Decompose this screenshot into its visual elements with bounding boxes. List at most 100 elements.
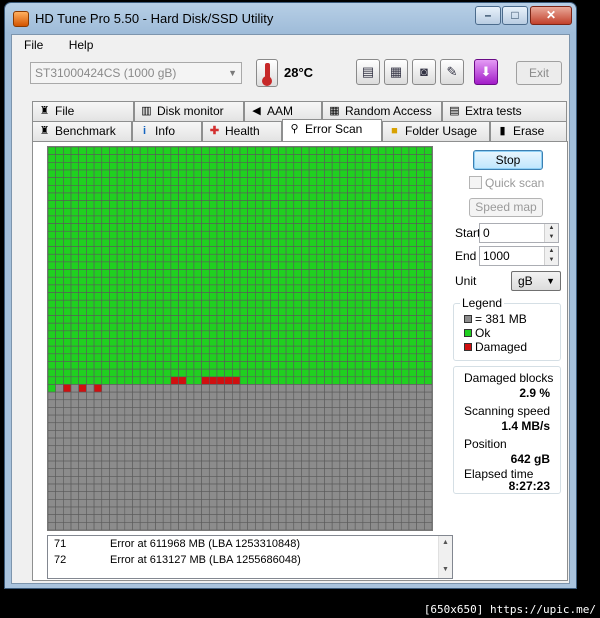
tab-folder-usage[interactable]: ■ Folder Usage	[382, 121, 490, 141]
title-bar[interactable]: HD Tune Pro 5.50 - Hard Disk/SSD Utility…	[5, 3, 576, 33]
ok-block	[48, 307, 56, 316]
unscanned-block	[86, 468, 95, 477]
scroll-down-icon[interactable]: ▼	[442, 566, 449, 573]
ok-block	[93, 292, 103, 301]
ok-block	[239, 253, 248, 263]
menu-help[interactable]: Help	[69, 35, 94, 55]
ok-block	[185, 207, 195, 217]
unscanned-block	[354, 391, 364, 401]
ok-block	[132, 207, 141, 217]
ok-block	[178, 292, 187, 301]
ok-block	[147, 376, 156, 385]
close-button[interactable]: ✕	[530, 6, 572, 25]
ok-block	[308, 246, 318, 255]
exit-button[interactable]: Exit	[516, 61, 562, 85]
ok-block	[78, 292, 87, 301]
unit-select[interactable]: gB ▼	[511, 271, 561, 291]
copy-info-button[interactable]: ▦	[384, 59, 408, 85]
save-button[interactable]: ⬇	[474, 59, 498, 85]
unscanned-block	[93, 506, 103, 515]
tab-disk-monitor[interactable]: ▥ Disk monitor	[134, 101, 244, 121]
ok-block	[116, 200, 126, 209]
ok-block	[262, 200, 272, 209]
speed-map-button[interactable]: Speed map	[469, 198, 543, 217]
ok-block	[63, 315, 72, 324]
error-scan-panel: Stop Quick scan Speed map Start 0 ▲ ▼ End …	[32, 141, 568, 581]
minimize-button[interactable]: –	[475, 6, 501, 25]
ok-block	[101, 154, 110, 163]
ok-block	[377, 162, 387, 171]
end-input[interactable]: 1000 ▲ ▼	[479, 246, 559, 266]
ok-block	[347, 169, 356, 178]
ok-block	[408, 253, 417, 263]
start-input[interactable]: 0 ▲ ▼	[479, 223, 559, 243]
ok-block	[270, 192, 279, 201]
copy-text-button[interactable]: ▤	[356, 59, 380, 85]
tab-erase[interactable]: ▮ Erase	[490, 121, 567, 141]
stop-button[interactable]: Stop	[473, 150, 543, 170]
ok-block	[400, 147, 410, 155]
unscanned-block	[86, 391, 95, 401]
ok-block	[48, 322, 56, 332]
ok-block	[170, 238, 179, 247]
ok-block	[170, 177, 179, 186]
ok-block	[70, 284, 80, 293]
ok-block	[331, 177, 341, 186]
tab-error-scan[interactable]: ⚲ Error Scan	[282, 119, 382, 141]
unscanned-block	[393, 422, 402, 431]
drive-select[interactable]: ST31000424CS (1000 gB) ▼	[30, 62, 242, 84]
ok-block	[185, 322, 195, 332]
unscanned-block	[216, 391, 225, 401]
ok-block	[139, 200, 149, 209]
unscanned-block	[193, 384, 202, 393]
ok-block	[293, 230, 302, 240]
ok-block	[109, 147, 118, 155]
unscanned-block	[232, 453, 241, 462]
unscanned-block	[139, 437, 149, 447]
error-log-list[interactable]: 71 Error at 611968 MB (LBA 1253310848) 7…	[47, 535, 453, 579]
unscanned-block	[339, 514, 348, 523]
unscanned-block	[370, 514, 379, 523]
maximize-button[interactable]: □	[502, 6, 528, 25]
ok-block	[354, 376, 364, 385]
tab-random-access[interactable]: ▦ Random Access	[322, 101, 442, 121]
tab-file-benchmark[interactable]: ♜File Benchmark	[32, 101, 134, 136]
menu-file[interactable]: File	[24, 35, 43, 55]
ok-block	[424, 345, 432, 355]
tab-aam[interactable]: ◀ AAM	[244, 101, 322, 121]
ok-block	[370, 330, 379, 339]
ok-block	[370, 246, 379, 255]
ok-block	[185, 147, 195, 155]
ok-block	[155, 215, 164, 224]
ok-block	[155, 276, 164, 286]
ok-block	[316, 284, 325, 293]
unscanned-block	[216, 414, 225, 424]
scroll-up-icon[interactable]: ▲	[442, 539, 449, 546]
unscanned-block	[185, 453, 195, 462]
ok-block	[55, 192, 64, 201]
ok-block	[55, 368, 64, 378]
spin-arrows-icon[interactable]: ▲ ▼	[544, 247, 558, 265]
ok-block	[86, 338, 95, 347]
ok-block	[147, 147, 156, 155]
ok-block	[424, 215, 432, 224]
ok-block	[208, 368, 218, 378]
spin-arrows-icon[interactable]: ▲ ▼	[544, 224, 558, 242]
tab-health[interactable]: ✚ Health	[202, 121, 282, 141]
tab-info[interactable]: i Info	[132, 121, 202, 141]
ok-block	[193, 368, 202, 378]
unscanned-block	[147, 522, 156, 530]
ok-block	[393, 353, 402, 362]
ok-block	[400, 246, 410, 255]
unscanned-block	[155, 468, 164, 477]
tab-extra-tests[interactable]: ▤ Extra tests	[442, 101, 567, 121]
options-button[interactable]: ✎	[440, 59, 464, 85]
tab-benchmark[interactable]: ♜ Benchmark	[32, 121, 132, 141]
ok-block	[116, 238, 126, 247]
end-label: End	[455, 249, 477, 263]
log-scrollbar[interactable]: ▲ ▼	[438, 536, 452, 578]
ok-block	[247, 207, 256, 217]
screenshot-button[interactable]: ◙	[412, 59, 436, 85]
quick-scan-checkbox[interactable]: Quick scan	[469, 176, 544, 190]
ok-block	[255, 215, 264, 224]
